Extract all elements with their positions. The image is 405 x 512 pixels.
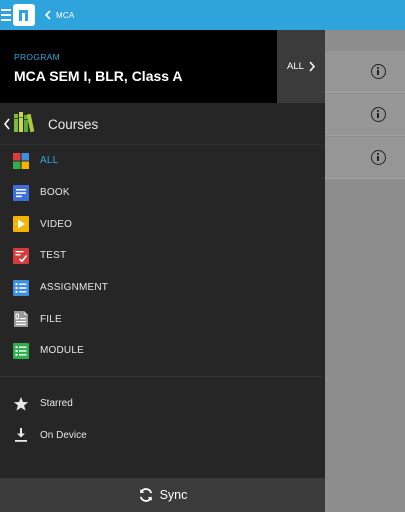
all-grid-icon bbox=[13, 152, 29, 169]
program-label: PROGRAM bbox=[14, 52, 61, 62]
filter-label-test: TEST bbox=[40, 250, 67, 262]
filter-item-video[interactable]: VIDEO bbox=[0, 208, 325, 240]
sync-button[interactable]: Sync bbox=[0, 478, 325, 512]
book-icon bbox=[13, 184, 29, 201]
list-item[interactable] bbox=[325, 51, 405, 93]
module-icon bbox=[13, 342, 29, 359]
back-chevron-icon[interactable] bbox=[4, 118, 10, 130]
info-icon[interactable] bbox=[371, 64, 386, 79]
filter-item-book[interactable]: BOOK bbox=[0, 177, 325, 209]
filter-label-file: FILE bbox=[40, 313, 62, 325]
filter-item-file[interactable]: FILE bbox=[0, 303, 325, 335]
info-icon[interactable] bbox=[371, 150, 386, 165]
starred-label: Starred bbox=[40, 398, 73, 410]
filter-label-book: BOOK bbox=[40, 187, 70, 199]
starred-item[interactable]: Starred bbox=[0, 388, 325, 420]
on-device-label: On Device bbox=[40, 429, 87, 441]
on-device-item[interactable]: On Device bbox=[0, 420, 325, 452]
filter-item-test[interactable]: TEST bbox=[0, 240, 325, 272]
courses-books-icon bbox=[13, 111, 35, 138]
breadcrumb[interactable]: MCA bbox=[56, 11, 74, 20]
back-chevron-icon[interactable] bbox=[45, 10, 51, 20]
filter-item-module[interactable]: MODULE bbox=[0, 335, 325, 367]
divider bbox=[0, 376, 322, 377]
filter-item-all[interactable]: ALL bbox=[0, 145, 325, 177]
app-logo[interactable] bbox=[13, 4, 35, 26]
app-bar: MCA bbox=[0, 0, 405, 30]
info-icon[interactable] bbox=[371, 107, 386, 122]
list-item[interactable] bbox=[325, 94, 405, 136]
menu-icon[interactable] bbox=[1, 9, 11, 21]
content-panel bbox=[325, 30, 405, 512]
filter-label-all: ALL bbox=[40, 155, 59, 167]
sync-label: Sync bbox=[159, 488, 188, 502]
program-name: MCA SEM I, BLR, Class A bbox=[14, 68, 183, 84]
list-item[interactable] bbox=[325, 137, 405, 179]
filter-label-assignment: ASSIGNMENT bbox=[40, 282, 109, 294]
chevron-right-icon bbox=[309, 61, 315, 72]
test-icon bbox=[13, 247, 29, 264]
download-icon bbox=[15, 428, 27, 443]
all-programs-button[interactable]: ALL bbox=[277, 30, 325, 103]
filter-label-module: MODULE bbox=[40, 345, 84, 357]
navigation-drawer: PROGRAM MCA SEM I, BLR, Class A ALL Cour… bbox=[0, 30, 325, 512]
assignment-icon bbox=[13, 279, 29, 296]
filter-label-video: VIDEO bbox=[40, 218, 73, 230]
content-filter-list: ALL BOOK VIDEO TEST ASSIGNMENT FILE MODU… bbox=[0, 145, 325, 367]
program-header[interactable]: PROGRAM MCA SEM I, BLR, Class A bbox=[0, 30, 277, 103]
secondary-list: Starred On Device bbox=[0, 388, 325, 451]
star-icon bbox=[13, 396, 29, 411]
all-programs-label: ALL bbox=[287, 61, 304, 72]
video-icon bbox=[13, 216, 29, 233]
file-icon bbox=[14, 311, 28, 328]
filter-item-assignment[interactable]: ASSIGNMENT bbox=[0, 272, 325, 304]
courses-title: Courses bbox=[48, 116, 99, 132]
courses-header[interactable]: Courses bbox=[0, 104, 325, 145]
sync-icon bbox=[139, 488, 152, 502]
